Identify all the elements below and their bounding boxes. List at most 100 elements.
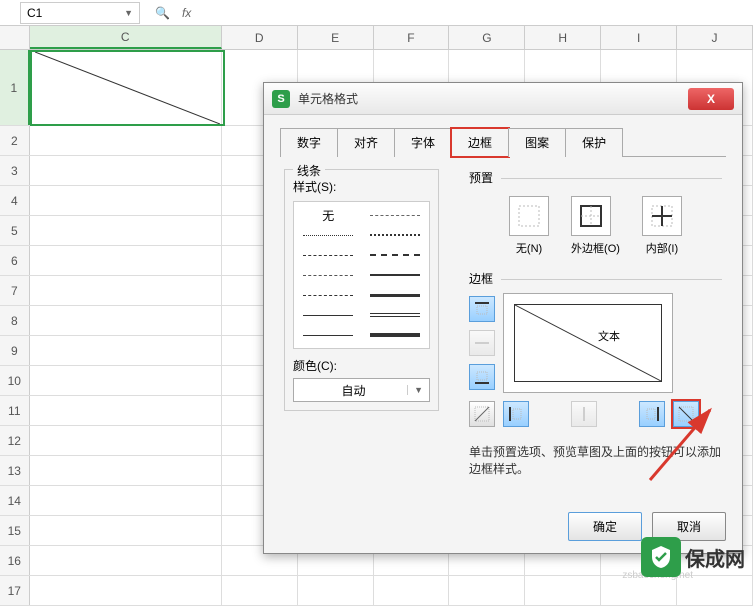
style-option[interactable] [367,308,424,322]
line-section-label: 线条 [293,162,325,179]
preset-outer-button[interactable]: 外边框(O) [571,196,620,256]
style-option[interactable] [300,248,357,262]
border-left-button[interactable] [503,401,529,427]
search-icon[interactable]: 🔍 [155,6,170,20]
style-option[interactable] [367,208,424,222]
color-value: 自动 [300,382,407,399]
row-header[interactable]: 4 [0,186,30,215]
tab-content: 线条 样式(S): 无 [280,157,726,489]
style-option[interactable] [367,228,424,242]
column-header[interactable]: J [677,26,753,49]
style-option[interactable] [367,288,424,302]
preset-none-button[interactable]: 无(N) [509,196,549,256]
cell[interactable] [30,546,222,575]
row-header[interactable]: 15 [0,516,30,545]
row-header[interactable]: 6 [0,246,30,275]
fx-icon[interactable]: fx [182,6,191,20]
row-header[interactable]: 12 [0,426,30,455]
name-box[interactable]: C1 ▼ [20,2,140,24]
dialog-titlebar[interactable]: S 单元格格式 X [264,83,742,115]
column-header[interactable]: H [525,26,601,49]
cell[interactable] [30,336,222,365]
row-header[interactable]: 1 [0,50,30,125]
style-list[interactable]: 无 [293,201,430,349]
column-header[interactable]: F [374,26,450,49]
row-header[interactable]: 14 [0,486,30,515]
preset-section: 预置 无(N) 外边框(O) 内部(I) [469,169,722,256]
border-vmiddle-button[interactable] [571,401,597,427]
style-option[interactable] [300,288,357,302]
line-column: 线条 样式(S): 无 [284,169,439,477]
tab-border[interactable]: 边框 [451,128,509,157]
row-header[interactable]: 2 [0,126,30,155]
row-header[interactable]: 17 [0,576,30,605]
cell[interactable] [30,246,222,275]
style-option[interactable] [300,228,357,242]
cell[interactable] [30,126,222,155]
row-header[interactable]: 5 [0,216,30,245]
cell[interactable] [30,276,222,305]
preset-inner-button[interactable]: 内部(I) [642,196,682,256]
style-option[interactable] [367,268,424,282]
border-bottom-button[interactable] [469,364,495,390]
spacer [605,401,631,427]
row-header[interactable]: 10 [0,366,30,395]
style-option[interactable] [300,328,357,342]
border-top-button[interactable] [469,296,495,322]
column-header[interactable]: D [222,26,298,49]
row-header[interactable]: 13 [0,456,30,485]
cell[interactable] [30,156,222,185]
tab-protect[interactable]: 保护 [565,128,623,157]
tab-align[interactable]: 对齐 [337,128,395,157]
row-header[interactable]: 3 [0,156,30,185]
preview-column: 预置 无(N) 外边框(O) 内部(I) [469,169,722,477]
style-option[interactable] [367,328,424,342]
cell[interactable] [525,576,601,605]
cell[interactable] [30,186,222,215]
preset-section-label: 预置 [469,169,722,186]
cell[interactable] [222,576,298,605]
color-dropdown[interactable]: 自动 ▼ [293,378,430,402]
cell[interactable] [374,576,450,605]
tab-number[interactable]: 数字 [280,128,338,157]
cell[interactable] [298,576,374,605]
cell[interactable] [30,456,222,485]
cell[interactable] [30,50,222,125]
line-fieldset: 线条 样式(S): 无 [284,169,439,411]
border-hmiddle-button[interactable] [469,330,495,356]
dropdown-arrow-icon[interactable]: ▼ [124,8,133,18]
cell[interactable] [30,576,222,605]
style-option[interactable] [300,268,357,282]
column-header[interactable]: I [601,26,677,49]
row-header[interactable]: 11 [0,396,30,425]
cell[interactable] [449,576,525,605]
select-all-corner[interactable] [0,26,30,49]
border-section-label: 边框 [469,270,722,287]
cell[interactable] [30,426,222,455]
column-header[interactable]: C [30,26,222,49]
column-header[interactable]: E [298,26,374,49]
cell[interactable] [30,306,222,335]
tab-pattern[interactable]: 图案 [508,128,566,157]
ok-button[interactable]: 确定 [568,512,642,541]
border-diag-up-button[interactable] [469,401,495,427]
style-none[interactable]: 无 [300,208,357,222]
style-option[interactable] [367,248,424,262]
cell[interactable] [30,216,222,245]
border-right-button[interactable] [639,401,665,427]
border-preview[interactable]: 文本 [503,293,673,393]
row-header[interactable]: 9 [0,336,30,365]
style-option[interactable] [300,308,357,322]
cell[interactable] [30,366,222,395]
column-header[interactable]: G [449,26,525,49]
border-diag-down-button[interactable] [673,401,699,427]
cell[interactable] [30,486,222,515]
tab-font[interactable]: 字体 [394,128,452,157]
cell[interactable] [30,396,222,425]
row-header[interactable]: 7 [0,276,30,305]
logo-badge: 保成网 [641,537,745,577]
row-header[interactable]: 16 [0,546,30,575]
close-button[interactable]: X [688,88,734,110]
cell[interactable] [30,516,222,545]
row-header[interactable]: 8 [0,306,30,335]
